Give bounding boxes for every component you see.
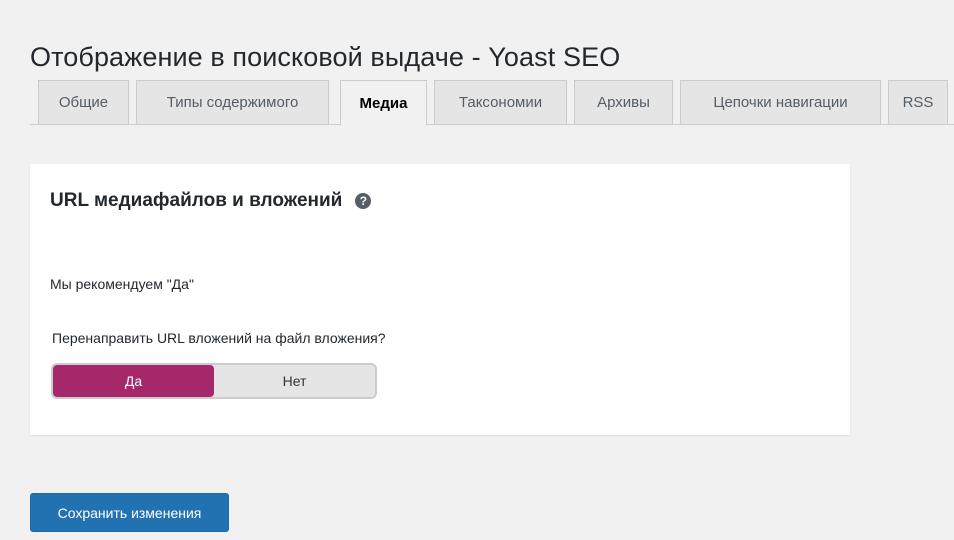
save-changes-button[interactable]: Сохранить изменения (30, 493, 229, 532)
settings-tabs: Общие Типы содержимого Медиа Таксономии … (30, 80, 954, 126)
media-section-title: URL медиафайлов и вложений (50, 190, 343, 211)
redirect-question-label: Перенаправить URL вложений на файл вложе… (52, 330, 386, 346)
toggle-no-option[interactable]: Нет (214, 365, 375, 397)
media-section-heading: URL медиафайлов и вложений ? (50, 190, 372, 212)
tab-media[interactable]: Медиа (340, 80, 427, 126)
tab-breadcrumbs[interactable]: Цепочки навигации (680, 80, 881, 124)
redirect-attachment-toggle: Да Нет (51, 363, 377, 399)
page-title: Отображение в поисковой выдаче - Yoast S… (30, 42, 621, 73)
tab-rss[interactable]: RSS (888, 80, 948, 124)
toggle-yes-option[interactable]: Да (53, 365, 214, 397)
tab-general[interactable]: Общие (38, 80, 129, 124)
question-circle-icon[interactable]: ? (355, 193, 372, 209)
tab-taxonomies[interactable]: Таксономии (434, 80, 567, 124)
recommendation-text: Мы рекомендуем "Да" (50, 276, 194, 292)
tab-archives[interactable]: Архивы (574, 80, 673, 124)
media-settings-card: URL медиафайлов и вложений ? Мы рекоменд… (30, 164, 850, 435)
tab-content-types[interactable]: Типы содержимого (136, 80, 329, 124)
